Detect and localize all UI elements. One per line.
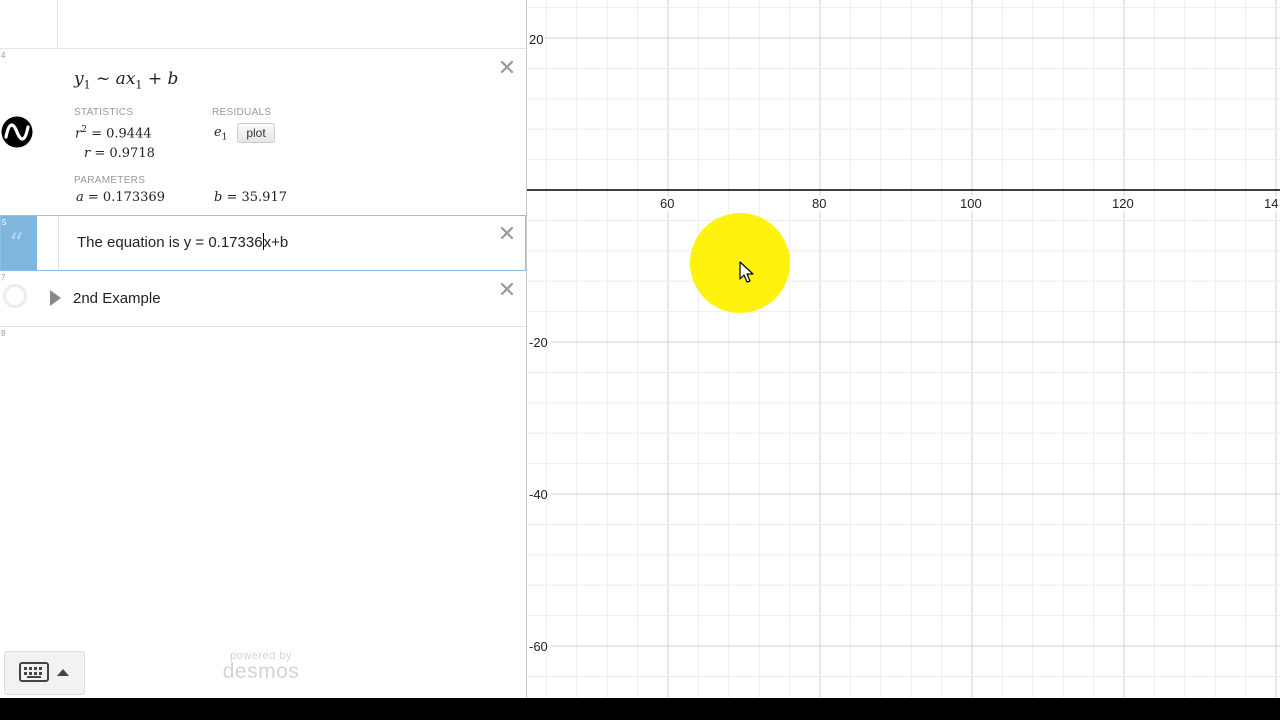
folder-circle-icon bbox=[3, 284, 27, 308]
expression-tab: 7 bbox=[0, 271, 36, 326]
statistics-label: STATISTICS bbox=[74, 107, 134, 118]
r-squared-value: r2 = 0.9444 bbox=[75, 125, 152, 142]
expression-row-previous[interactable] bbox=[0, 0, 526, 49]
expression-tab bbox=[0, 0, 36, 48]
delete-folder-button[interactable]: ✕ bbox=[496, 279, 518, 301]
regression-formula[interactable]: y1 ~ ax1 + b bbox=[74, 69, 178, 91]
expression-content[interactable] bbox=[57, 0, 526, 48]
note-text[interactable]: The equation is y = 0.17336x+b bbox=[77, 233, 288, 251]
expression-row-note[interactable]: 5 “ The equation is y = 0.17336x+b ✕ bbox=[0, 215, 526, 271]
mouse-cursor-icon bbox=[739, 261, 755, 290]
expression-tab: 8 bbox=[0, 327, 36, 377]
expression-row-folder[interactable]: 7 2nd Example ✕ bbox=[0, 271, 526, 327]
keyboard-icon bbox=[19, 662, 49, 687]
parameters-label: PARAMETERS bbox=[74, 175, 146, 186]
expression-number: 5 bbox=[2, 218, 7, 227]
delete-expression-button[interactable]: ✕ bbox=[496, 57, 518, 79]
x-tick-label: 80 bbox=[810, 196, 829, 211]
x-tick-label: 100 bbox=[958, 196, 984, 211]
y-tick-label: -60 bbox=[527, 639, 550, 654]
powered-by-desmos[interactable]: powered by desmos bbox=[218, 650, 304, 684]
quote-icon: “ bbox=[9, 227, 24, 260]
y-tick-label: -40 bbox=[527, 487, 550, 502]
graph-paper[interactable]: 60 80 100 120 14 20 -20 -40 -60 bbox=[527, 0, 1280, 698]
expression-number: 4 bbox=[1, 51, 6, 60]
triangle-right-icon[interactable] bbox=[50, 290, 61, 306]
parameter-b-value: b = 35.917 bbox=[214, 190, 287, 205]
x-tick-label: 14 bbox=[1262, 196, 1280, 211]
r-value: r = 0.9718 bbox=[84, 146, 155, 161]
keyboard-toggle-button[interactable] bbox=[4, 651, 85, 695]
expression-list: 4 y1 ~ ax1 + b STATISTICS RESIDUALS r2 =… bbox=[0, 0, 527, 698]
graph-grid bbox=[527, 0, 1280, 698]
desmos-logo-icon bbox=[1, 116, 33, 148]
plot-residuals-button[interactable]: plot bbox=[237, 123, 275, 143]
expression-tab-selected: 5 “ bbox=[1, 216, 37, 270]
y-tick-label: -20 bbox=[527, 335, 550, 350]
caret-up-icon bbox=[57, 669, 69, 676]
residuals-label: RESIDUALS bbox=[212, 107, 272, 118]
folder-title[interactable]: 2nd Example bbox=[73, 290, 161, 307]
expression-number: 7 bbox=[1, 273, 6, 282]
residual-variable: e1 bbox=[214, 125, 228, 143]
expression-number: 8 bbox=[1, 329, 6, 338]
parameter-a-value: a = 0.173369 bbox=[76, 190, 165, 205]
x-tick-label: 60 bbox=[658, 196, 677, 211]
desmos-app: 4 y1 ~ ax1 + b STATISTICS RESIDUALS r2 =… bbox=[0, 0, 1280, 698]
expression-content[interactable]: y1 ~ ax1 + b STATISTICS RESIDUALS r2 = 0… bbox=[57, 49, 526, 215]
y-tick-label: 20 bbox=[527, 32, 546, 47]
expression-tab: 4 bbox=[0, 49, 36, 215]
x-tick-label: 120 bbox=[1110, 196, 1136, 211]
delete-note-button[interactable]: ✕ bbox=[496, 223, 518, 245]
expression-row-regression[interactable]: 4 y1 ~ ax1 + b STATISTICS RESIDUALS r2 =… bbox=[0, 49, 526, 216]
note-content[interactable]: The equation is y = 0.17336x+b bbox=[58, 216, 525, 270]
expression-row-empty[interactable]: 8 bbox=[0, 327, 526, 377]
